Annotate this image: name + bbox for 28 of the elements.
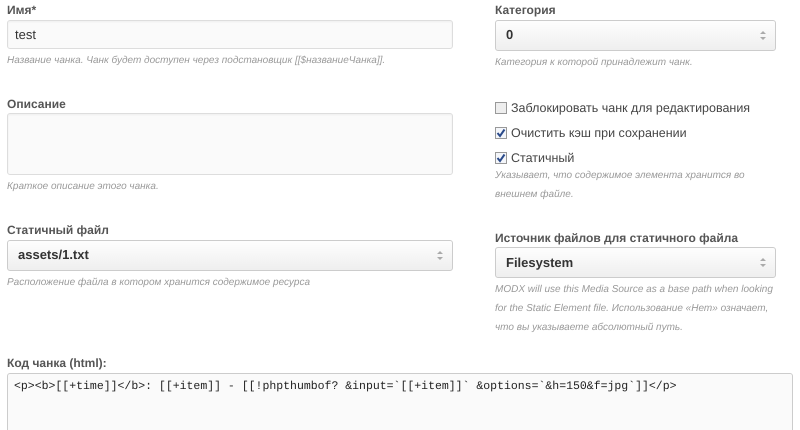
select-field[interactable]: Filesystem	[495, 247, 776, 278]
checkbox-option[interactable]: Очистить кэш при сохранении	[495, 124, 776, 140]
select-arrows-icon	[759, 30, 767, 40]
code-editor[interactable]: <p><b>[[+time]]</b>: [[+item]] - [[!phpthumbof? &input=`[[+item]]` &options=`&h=150&f=jpg`]]</p>	[7, 372, 793, 430]
text-field[interactable]: test	[7, 20, 453, 48]
field-label: Статичный файл	[7, 223, 109, 237]
field-label: Источник файлов для статичного файла	[495, 230, 738, 244]
checkbox[interactable]	[495, 102, 507, 114]
field-label: Код чанка (html):	[7, 356, 107, 370]
help-text: Расположение файла в котором хранится содержимое ресурса	[7, 276, 312, 290]
textarea-field[interactable]	[7, 113, 453, 175]
select-arrows-icon	[436, 250, 444, 260]
checkbox-label: Очистить кэш при сохранении	[511, 124, 687, 140]
checkbox[interactable]	[495, 126, 507, 138]
select-arrows-icon	[759, 257, 767, 268]
select-field[interactable]: assets/1.txt	[7, 240, 453, 270]
help-text: Указывает, что содержимое элемента хранится во внешнем файле.	[495, 168, 746, 202]
checkbox-label: Статичный	[511, 150, 574, 166]
checkbox-option[interactable]: Статичный	[495, 150, 776, 166]
field-label: Имя*	[7, 3, 36, 17]
field-label: Категория	[495, 3, 556, 17]
help-text: MODX will use this Media Source as a base path when looking for the Static Element file. Использование «Нет» означает, что вы указываете абсолютный путь.	[495, 283, 774, 335]
help-text: Название чанка. Чанк будет доступен через подстановщик [[$названиеЧанка]].	[7, 54, 386, 68]
help-text: Краткое описание этого чанка.	[7, 180, 160, 194]
help-text: Категория к которой принадлежит чанк.	[495, 56, 694, 70]
select-field[interactable]: 0	[495, 20, 776, 50]
checkbox[interactable]	[495, 152, 507, 164]
field-label: Описание	[7, 96, 66, 110]
